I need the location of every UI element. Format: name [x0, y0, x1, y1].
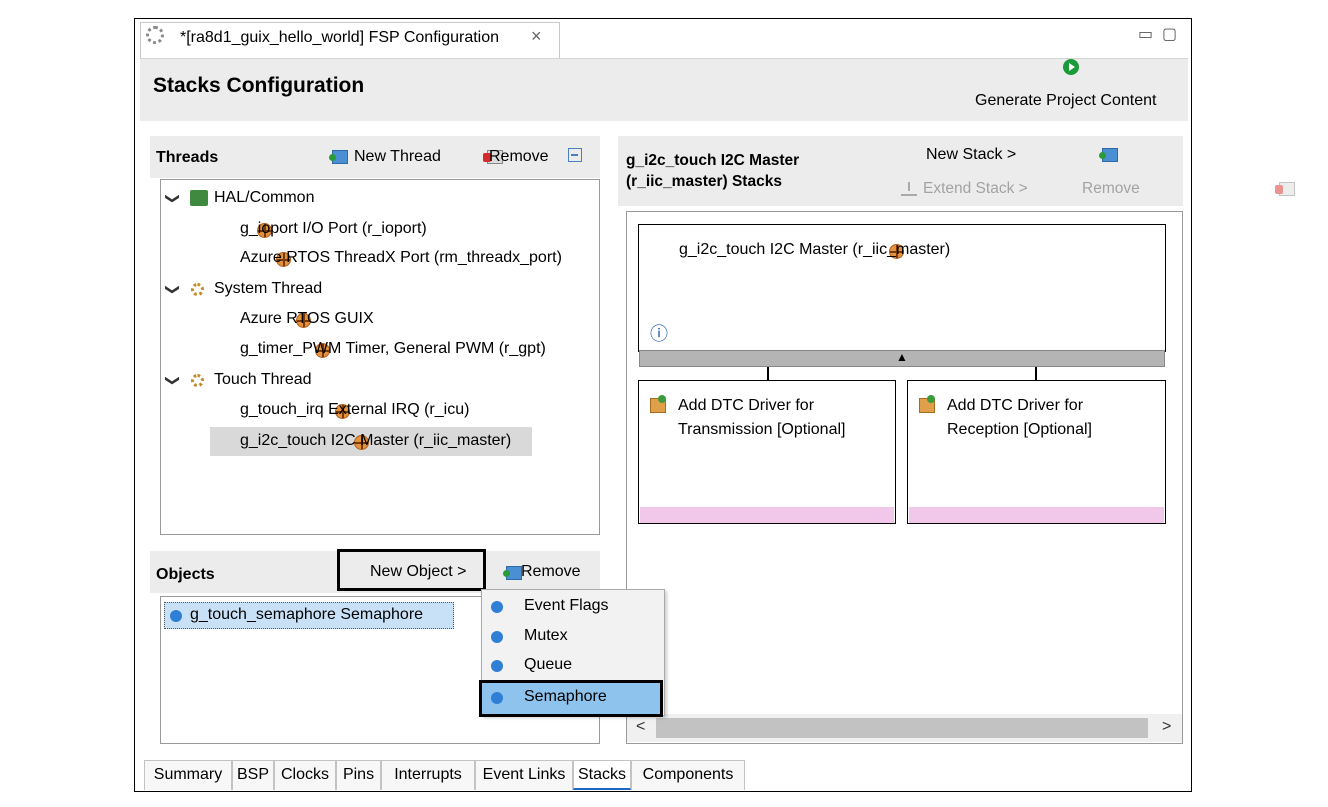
new-thread-button[interactable]: New Thread	[354, 148, 441, 166]
tab-bsp[interactable]: BSP	[232, 760, 274, 790]
add-module-icon	[650, 395, 666, 413]
collapse-all-icon[interactable]	[568, 148, 582, 162]
pink-bar	[640, 507, 894, 523]
info-icon[interactable]: ⓘ	[650, 320, 668, 346]
stacks-title-line1: g_i2c_touch I2C Master	[626, 152, 800, 169]
scroll-left-icon[interactable]: <	[636, 718, 645, 736]
close-icon[interactable]: ×	[531, 26, 542, 47]
remove-stack-icon	[1274, 182, 1295, 196]
extend-stack-button: Extend Stack >	[923, 180, 1028, 197]
dtc-rx-line1: Add DTC Driver for	[947, 397, 1084, 414]
generate-project-content-button[interactable]: Generate Project Content	[975, 92, 1156, 110]
tab-stacks[interactable]: Stacks	[573, 760, 631, 790]
threads-title: Threads	[156, 149, 219, 166]
semaphore-icon	[491, 692, 503, 704]
new-object-icon[interactable]	[502, 566, 522, 580]
tab-interrupts[interactable]: Interrupts	[381, 760, 475, 790]
new-thread-icon[interactable]	[329, 150, 348, 164]
dtc-tx-line2: Transmission [Optional]	[678, 421, 846, 438]
remove-object-button[interactable]: Remove	[521, 563, 581, 581]
tab-clocks[interactable]: Clocks	[274, 760, 336, 790]
tab-components[interactable]: Components	[631, 760, 745, 790]
chevron-down-icon[interactable]: ❯	[164, 193, 181, 205]
add-module-icon	[919, 395, 935, 413]
semaphore-icon	[170, 610, 182, 622]
menu-item-semaphore[interactable]: Semaphore	[524, 688, 607, 706]
new-stack-icon[interactable]	[1098, 148, 1118, 162]
list-item[interactable]: g_touch_semaphore Semaphore	[190, 606, 423, 624]
event-flags-icon	[491, 601, 503, 613]
pink-bar	[909, 507, 1164, 523]
connector-line	[1035, 367, 1037, 381]
chevron-down-icon[interactable]: ❯	[164, 284, 181, 296]
scrollbar-thumb[interactable]	[656, 718, 1148, 738]
tree-item-system-thread[interactable]: System Thread	[214, 280, 322, 298]
new-object-button[interactable]: New Object >	[370, 563, 466, 581]
generate-icon[interactable]	[1063, 59, 1079, 75]
page-title: Stacks Configuration	[153, 74, 365, 97]
collapse-arrow-icon: ▲	[896, 350, 908, 364]
tree-item-selected[interactable]: g_i2c_touch I2C Master (r_iic_master)	[240, 432, 511, 450]
scroll-right-icon[interactable]: >	[1162, 718, 1171, 736]
module-block-title: g_i2c_touch I2C Master (r_iic_master)	[679, 241, 951, 258]
dtc-tx-line1: Add DTC Driver for	[678, 397, 815, 414]
maximize-icon[interactable]: ▢	[1162, 24, 1177, 44]
remove-stack-button: Remove	[1082, 180, 1140, 197]
connector-line	[767, 367, 769, 381]
tree-item[interactable]: g_ioport I/O Port (r_ioport)	[240, 220, 427, 238]
stacks-title-line2: (r_iic_master) Stacks	[626, 173, 782, 190]
tree-item-touch-thread[interactable]: Touch Thread	[214, 371, 312, 389]
extend-stack-icon	[901, 182, 917, 196]
tree-item[interactable]: g_timer_PWM Timer, General PWM (r_gpt)	[240, 340, 546, 358]
gear-icon	[191, 283, 204, 296]
bottom-tab-bar: Summary BSP Clocks Pins Interrupts Event…	[140, 760, 1188, 790]
tab-event-links[interactable]: Event Links	[475, 760, 573, 790]
tree-item-hal-common[interactable]: HAL/Common	[214, 189, 314, 207]
tree-item[interactable]: g_touch_irq External IRQ (r_icu)	[240, 401, 469, 419]
chevron-down-icon[interactable]: ❯	[164, 375, 181, 387]
queue-icon	[491, 660, 503, 672]
menu-item-queue[interactable]: Queue	[524, 656, 572, 674]
menu-item-mutex[interactable]: Mutex	[524, 627, 568, 645]
config-gear-icon	[146, 26, 164, 44]
tab-summary[interactable]: Summary	[144, 760, 232, 790]
objects-title: Objects	[156, 566, 215, 583]
tab-pins[interactable]: Pins	[336, 760, 381, 790]
tree-item[interactable]: Azure RTOS ThreadX Port (rm_threadx_port…	[240, 249, 562, 267]
menu-item-event-flags[interactable]: Event Flags	[524, 597, 608, 615]
tab-title: *[ra8d1_guix_hello_world] FSP Configurat…	[180, 29, 500, 46]
remove-thread-button[interactable]: Remove	[489, 148, 549, 166]
tree-item[interactable]: Azure RTOS GUIX	[240, 310, 374, 328]
new-stack-button[interactable]: New Stack >	[926, 146, 1016, 164]
dtc-rx-line2: Reception [Optional]	[947, 421, 1092, 438]
mutex-icon	[491, 631, 503, 643]
hal-icon	[190, 190, 208, 206]
minimize-icon[interactable]: ▭	[1138, 24, 1153, 44]
gear-icon	[191, 374, 204, 387]
